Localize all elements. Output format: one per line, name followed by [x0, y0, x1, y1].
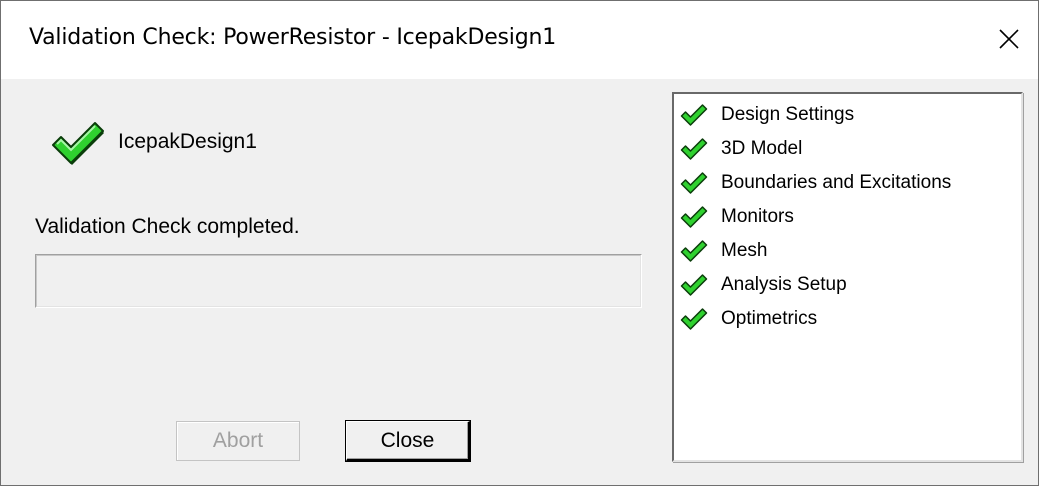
list-item[interactable]: Mesh [680, 234, 767, 268]
progress-bar [35, 254, 642, 308]
list-item-label: Boundaries and Excitations [721, 172, 952, 193]
list-item[interactable]: Boundaries and Excitations [680, 166, 951, 200]
green-checkmark-icon [680, 100, 714, 130]
status-message: Validation Check completed. [35, 215, 300, 238]
green-checkmark-icon [680, 134, 714, 164]
list-item-label: Optimetrics [721, 308, 818, 329]
list-item-label: Analysis Setup [721, 274, 847, 295]
close-button[interactable]: Close [345, 420, 471, 462]
list-item-label: Mesh [721, 240, 768, 261]
close-window-button[interactable] [980, 1, 1038, 77]
title-bar: Validation Check: PowerResistor - Icepak… [1, 1, 1038, 79]
close-icon [999, 29, 1019, 49]
window-title: Validation Check: PowerResistor - Icepak… [29, 25, 557, 50]
abort-button[interactable]: Abort [176, 421, 300, 461]
list-item-label: Design Settings [721, 104, 855, 125]
list-item-label: 3D Model [721, 138, 803, 159]
design-status-icon [51, 119, 105, 172]
list-item[interactable]: Optimetrics [680, 302, 817, 336]
green-checkmark-icon [680, 236, 714, 266]
validation-check-dialog: Validation Check: PowerResistor - Icepak… [0, 0, 1039, 486]
green-checkmark-icon [680, 168, 714, 198]
list-item[interactable]: Monitors [680, 200, 794, 234]
list-item[interactable]: Design Settings [680, 98, 854, 132]
list-item[interactable]: Analysis Setup [680, 268, 847, 302]
green-checkmark-icon [680, 270, 714, 300]
green-checkmark-icon [52, 122, 104, 165]
green-checkmark-icon [680, 202, 714, 232]
list-item[interactable]: 3D Model [680, 132, 802, 166]
validation-results-list[interactable]: Design Settings 3D Model Boundaries and … [672, 92, 1023, 462]
list-item-label: Monitors [721, 206, 794, 227]
dialog-body: IcepakDesign1 Validation Check completed… [1, 79, 1038, 485]
design-name-label: IcepakDesign1 [118, 130, 257, 153]
close-button-label: Close [380, 428, 435, 452]
green-checkmark-icon [680, 304, 714, 334]
